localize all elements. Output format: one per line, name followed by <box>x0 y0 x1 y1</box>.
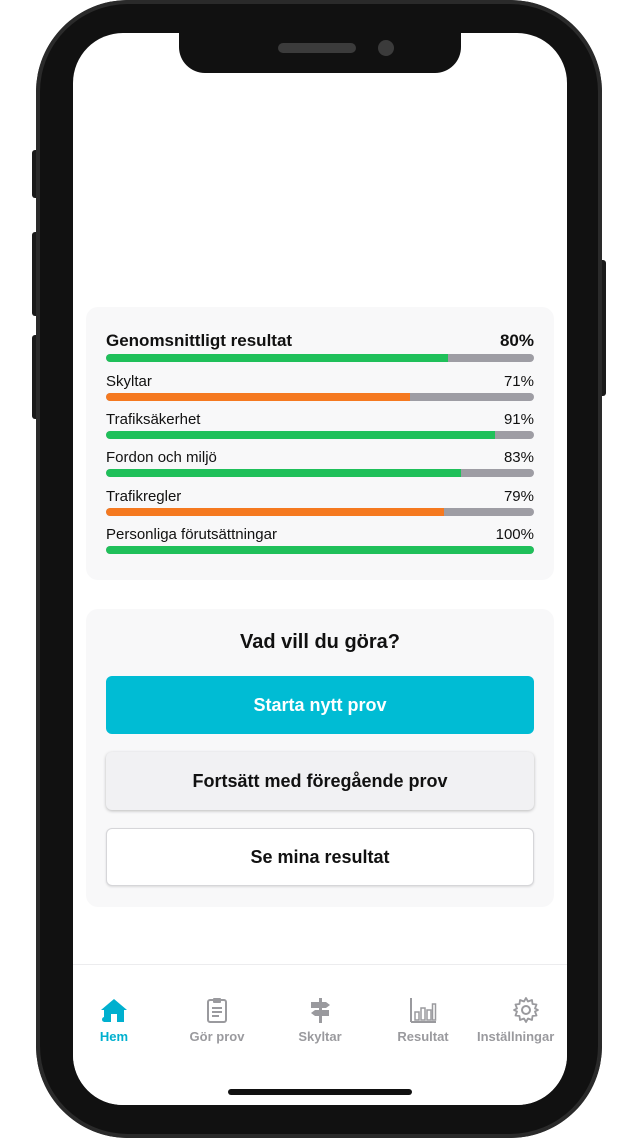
category-progress-fill <box>106 469 462 477</box>
clipboard-icon <box>207 998 227 1023</box>
category-row-trafikregler: Trafikregler 79% <box>106 485 534 516</box>
category-percent: 83% <box>503 449 534 466</box>
results-card: Genomsnittligt resultat 80% Skyltar 71% … <box>86 307 554 580</box>
category-percent: 79% <box>503 488 534 505</box>
signpost-icon <box>311 998 330 1023</box>
tab-label: Skyltar <box>298 1029 342 1044</box>
category-row-fordon-och-miljo: Fordon och miljö 83% <box>106 446 534 477</box>
tab-gor-prov[interactable]: Gör prov <box>168 995 266 1044</box>
actions-card: Vad vill du göra? Starta nytt prov Forts… <box>86 609 554 907</box>
view-results-button[interactable]: Se mina resultat <box>106 828 534 886</box>
overall-result-label: Genomsnittligt resultat <box>106 331 293 350</box>
category-label: Trafiksäkerhet <box>106 411 201 428</box>
category-progress-bar <box>106 393 534 401</box>
actions-title: Vad vill du göra? <box>239 631 401 653</box>
tab-installningar[interactable]: Inställningar <box>477 995 567 1044</box>
category-label: Fordon och miljö <box>106 449 217 466</box>
tab-resultat[interactable]: Resultat <box>374 995 472 1044</box>
notch <box>179 33 461 73</box>
tab-label: Hem <box>99 1029 129 1044</box>
tab-bar: Hem Gör prov Skyltar Resultat Inställnin… <box>73 964 567 1105</box>
front-camera <box>378 40 394 56</box>
category-progress-fill <box>106 431 496 439</box>
app-screen: Genomsnittligt resultat 80% Skyltar 71% … <box>73 33 567 1105</box>
category-progress-fill <box>106 508 445 516</box>
category-progress-fill <box>106 546 534 554</box>
continue-previous-test-button[interactable]: Fortsätt med föregående prov <box>106 752 534 810</box>
tab-skyltar[interactable]: Skyltar <box>271 995 369 1044</box>
category-percent: 91% <box>503 411 534 428</box>
category-progress-bar <box>106 546 534 554</box>
category-percent: 100% <box>495 526 534 543</box>
category-row-skyltar: Skyltar 71% <box>106 370 534 401</box>
category-progress-bar <box>106 508 534 516</box>
overall-progress-bar <box>106 354 534 362</box>
category-percent: 71% <box>503 373 534 390</box>
overall-result-percent: 80% <box>499 331 534 350</box>
tab-hem[interactable]: Hem <box>73 995 163 1044</box>
category-progress-bar <box>106 469 534 477</box>
speaker-grille <box>278 43 356 53</box>
start-new-test-button[interactable]: Starta nytt prov <box>106 676 534 734</box>
home-indicator <box>228 1089 412 1095</box>
category-progress-bar <box>106 431 534 439</box>
category-label: Skyltar <box>106 373 152 390</box>
category-row-trafiksakerhet: Trafiksäkerhet 91% <box>106 408 534 439</box>
bar-chart-icon <box>410 998 437 1023</box>
category-progress-fill <box>106 393 410 401</box>
overall-result-row: Genomsnittligt resultat 80% <box>106 329 534 362</box>
tab-label: Inställningar <box>477 1029 555 1044</box>
category-row-personliga-forutsattningar: Personliga förutsättningar 100% <box>106 523 534 554</box>
overall-progress-fill <box>106 354 449 362</box>
gear-icon <box>513 997 539 1023</box>
tab-label: Gör prov <box>189 1029 245 1044</box>
category-label: Personliga förutsättningar <box>106 526 277 543</box>
active-tab-dot <box>102 1017 107 1022</box>
tab-label: Resultat <box>397 1029 449 1044</box>
category-label: Trafikregler <box>106 488 182 505</box>
